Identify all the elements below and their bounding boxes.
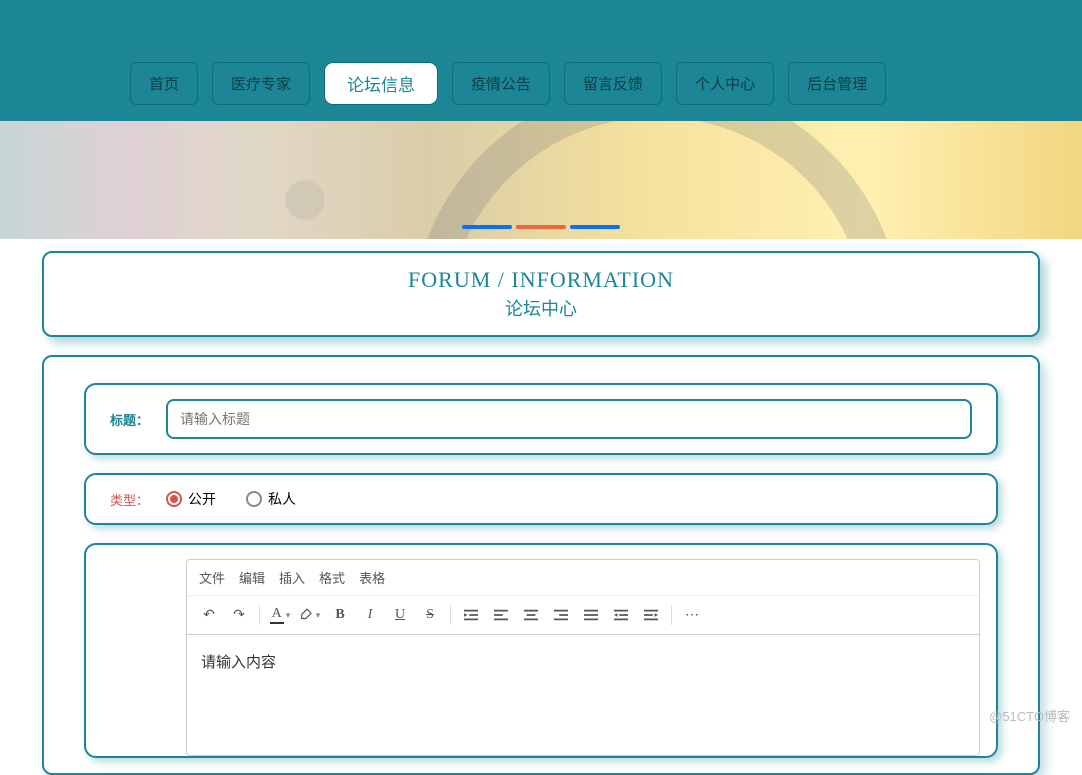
menu-insert[interactable]: 插入 [279, 568, 305, 587]
section-header: FORUM / INFORMATION 论坛中心 [42, 251, 1040, 337]
nav-home[interactable]: 首页 [130, 62, 198, 105]
indent2-icon[interactable] [637, 602, 665, 628]
separator [450, 605, 451, 625]
menu-format[interactable]: 格式 [319, 568, 345, 587]
carousel-dot[interactable] [516, 225, 566, 229]
carousel-dot[interactable] [462, 225, 512, 229]
align-left-icon[interactable] [487, 602, 515, 628]
redo-icon[interactable]: ↷ [225, 602, 253, 628]
radio-label: 公开 [188, 489, 216, 509]
outdent-icon[interactable] [607, 602, 635, 628]
menu-file[interactable]: 文件 [199, 568, 225, 587]
more-icon[interactable]: ⋯ [678, 602, 706, 628]
radio-icon [166, 491, 182, 507]
highlight-icon[interactable]: ▾ [296, 602, 324, 628]
title-label: 标题： [110, 410, 156, 429]
radio-label: 私人 [268, 489, 296, 509]
title-input[interactable] [166, 399, 972, 439]
editor-toolbar: ↶ ↷ A▾ ▾ B I U S [187, 596, 979, 635]
bold-icon[interactable]: B [326, 602, 354, 628]
nav-doctor[interactable]: 医疗专家 [212, 62, 310, 105]
radio-private[interactable]: 私人 [246, 489, 296, 509]
nav-user[interactable]: 个人中心 [676, 62, 774, 105]
watermark: @51CTO博客 [989, 706, 1070, 725]
title-row: 标题： [84, 383, 998, 455]
type-radio-group: 公开 私人 [166, 489, 296, 509]
indent-icon[interactable] [457, 602, 485, 628]
underline-icon[interactable]: U [386, 602, 414, 628]
separator [671, 605, 672, 625]
banner-image [0, 121, 1082, 239]
menu-table[interactable]: 表格 [359, 568, 385, 587]
align-justify-icon[interactable] [577, 602, 605, 628]
editor-menubar: 文件 编辑 插入 格式 表格 [187, 560, 979, 596]
menu-edit[interactable]: 编辑 [239, 568, 265, 587]
form-panel: 标题： 类型： 公开 私人 文件 编辑 插入 [42, 355, 1040, 775]
section-title-en: FORUM / INFORMATION [44, 267, 1038, 293]
nav-notice[interactable]: 疫情公告 [452, 62, 550, 105]
section-title-cn: 论坛中心 [44, 295, 1038, 321]
italic-icon[interactable]: I [356, 602, 384, 628]
strikethrough-icon[interactable]: S [416, 602, 444, 628]
align-right-icon[interactable] [547, 602, 575, 628]
carousel-dot[interactable] [570, 225, 620, 229]
editor-row: 文件 编辑 插入 格式 表格 ↶ ↷ A▾ ▾ B I U S [84, 543, 998, 758]
radio-icon [246, 491, 262, 507]
type-label: 类型： [110, 490, 156, 509]
radio-public[interactable]: 公开 [166, 489, 216, 509]
separator [259, 605, 260, 625]
rich-text-editor: 文件 编辑 插入 格式 表格 ↶ ↷ A▾ ▾ B I U S [186, 559, 980, 756]
text-color-icon[interactable]: A▾ [266, 602, 294, 628]
nav-row: 首页 医疗专家 论坛信息 疫情公告 留言反馈 个人中心 后台管理 [0, 50, 1082, 121]
carousel-dots [462, 225, 620, 229]
type-row: 类型： 公开 私人 [84, 473, 998, 525]
nav-admin[interactable]: 后台管理 [788, 62, 886, 105]
align-center-icon[interactable] [517, 602, 545, 628]
nav-forum[interactable]: 论坛信息 [324, 62, 438, 105]
editor-content[interactable]: 请输入内容 [187, 635, 979, 755]
nav-feedback[interactable]: 留言反馈 [564, 62, 662, 105]
undo-icon[interactable]: ↶ [195, 602, 223, 628]
header-bar [0, 0, 1082, 50]
